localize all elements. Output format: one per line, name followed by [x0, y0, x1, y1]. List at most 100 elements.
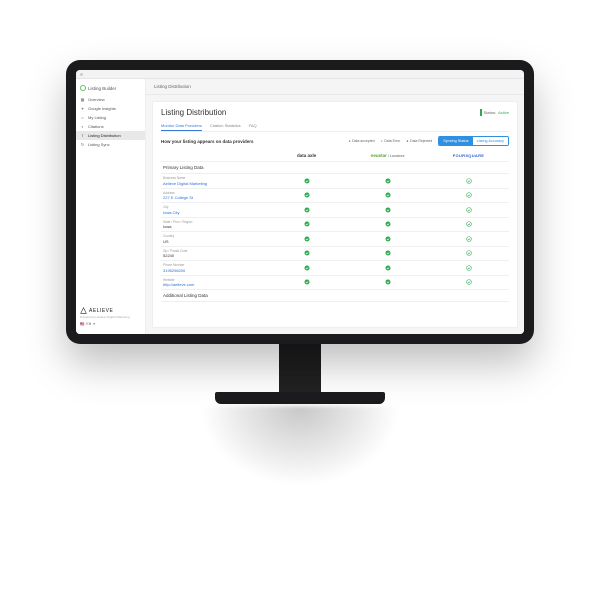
- check-circle-icon: [385, 250, 391, 256]
- table-row: Zip / Postal Code52240: [161, 247, 266, 262]
- sidebar-item-label: Listing Sync: [88, 142, 110, 147]
- sidebar-item-overview[interactable]: ▦Overview: [76, 95, 145, 104]
- status-value: Active: [498, 110, 509, 115]
- monitor-bezel: Listing Builder ▦Overview ⌖Google Insigh…: [66, 60, 534, 344]
- sync-icon: ↻: [80, 142, 85, 147]
- sidebar-item-my-listing[interactable]: ⌂My Listing: [76, 113, 145, 122]
- subheader-title: How your listing appears on data provide…: [161, 139, 254, 144]
- main-content: Listing Distribution Listing Distributio…: [146, 79, 524, 334]
- check-circle-icon: [304, 265, 310, 271]
- traffic-light: [80, 73, 83, 76]
- sidebar-item-label: Listing Distribution: [88, 133, 121, 138]
- pin-icon: ⌖: [80, 106, 85, 111]
- status-cell: [347, 276, 428, 291]
- check-circle-outline-icon: [466, 279, 472, 285]
- table-row: CountryUS: [161, 232, 266, 247]
- view-toggle: Syncing Status Listing Accuracy: [438, 136, 509, 146]
- field-label: Address: [163, 191, 193, 195]
- status-cell: [266, 218, 347, 233]
- sidebar-item-listing-distribution[interactable]: ⇪Listing Distribution: [76, 131, 145, 140]
- share-icon: ⇪: [80, 133, 85, 138]
- legend: ●Data accepted ●Data Error ●Data Rejecte…: [348, 139, 432, 143]
- status-cell: [266, 261, 347, 276]
- sidebar-footer: AELIEVE Powered by Aelieve Digital Marke…: [76, 303, 145, 330]
- field-label: Website: [163, 278, 194, 282]
- section-additional-listing-data: Additional Listing Data: [161, 290, 509, 302]
- sidebar-item-label: Overview: [88, 97, 105, 102]
- panel-header: Listing Distribution Status: Active: [161, 108, 509, 117]
- check-circle-outline-icon: [466, 207, 472, 213]
- subheader-row: How your listing appears on data provide…: [161, 136, 509, 146]
- check-circle-outline-icon: [466, 265, 472, 271]
- legend-rejected: ●Data Rejected: [406, 139, 432, 143]
- triangle-icon: [80, 307, 87, 314]
- status-cell: [347, 232, 428, 247]
- field-value: 3195298200: [163, 268, 185, 273]
- sidebar-item-label: My Listing: [88, 115, 106, 120]
- warn-circle-icon: ●: [381, 139, 383, 143]
- status-cell: [347, 174, 428, 189]
- field-value: Iowa City: [163, 210, 179, 215]
- status-cell: [428, 174, 509, 189]
- sidebar-item-listing-sync[interactable]: ↻Listing Sync: [76, 140, 145, 149]
- field-label: City: [163, 205, 179, 209]
- sidebar-item-label: Google Insights: [88, 106, 116, 111]
- status-cell: [428, 218, 509, 233]
- toggle-listing-accuracy[interactable]: Listing Accuracy: [473, 137, 508, 145]
- sidebar-nav: ▦Overview ⌖Google Insights ⌂My Listing ◐…: [76, 95, 145, 149]
- check-circle-icon: [304, 178, 310, 184]
- check-circle-icon: [385, 236, 391, 242]
- legend-accepted: ●Data accepted: [348, 139, 374, 143]
- check-circle-icon: [385, 265, 391, 271]
- check-circle-icon: [304, 221, 310, 227]
- powered-by-text: Powered by Aelieve Digital Marketing: [80, 315, 141, 319]
- status-cell: [428, 232, 509, 247]
- status-cell: [266, 276, 347, 291]
- toggle-syncing-status[interactable]: Syncing Status: [439, 137, 472, 145]
- panel-tabs: Monitor Data Providers Citation Statisti…: [161, 121, 509, 132]
- status-cell: [428, 203, 509, 218]
- check-circle-icon: [385, 221, 391, 227]
- legend-error: ●Data Error: [381, 139, 401, 143]
- status-cell: [266, 189, 347, 204]
- imac-mockup: Listing Builder ▦Overview ⌖Google Insigh…: [66, 60, 534, 486]
- grid-icon: ▦: [80, 97, 85, 102]
- provider-neustar: neustar/ Localeze: [347, 150, 428, 162]
- language-label: EN: [86, 322, 91, 326]
- check-circle-icon: [304, 236, 310, 242]
- error-circle-icon: ●: [406, 139, 408, 143]
- status-cell: [428, 189, 509, 204]
- status-cell: [347, 261, 428, 276]
- tab-monitor-data-providers[interactable]: Monitor Data Providers: [161, 121, 202, 131]
- tab-citation-statistics[interactable]: Citation Statistics: [210, 121, 241, 131]
- check-circle-icon: [385, 207, 391, 213]
- status-cell: [347, 218, 428, 233]
- monitor-neck: [279, 344, 321, 392]
- status-cell: [266, 247, 347, 262]
- status-cell: [428, 247, 509, 262]
- store-icon: ⌂: [80, 115, 85, 120]
- status-cell: [428, 261, 509, 276]
- language-selector[interactable]: 🇺🇸 EN ▾: [80, 322, 141, 326]
- field-value: Iowa: [163, 224, 192, 229]
- provider-data-axle: data axle: [266, 150, 347, 162]
- table-row: Business NameAelieve Digital Marketing: [161, 174, 266, 189]
- field-label: Zip / Postal Code: [163, 249, 187, 253]
- field-label: Country: [163, 234, 174, 238]
- page-title: Listing Distribution: [161, 108, 226, 117]
- brand-text: Listing Builder: [88, 86, 116, 91]
- status-cell: [347, 189, 428, 204]
- status-cell: [266, 174, 347, 189]
- brand-swirl-icon: [80, 85, 86, 91]
- sidebar-item-citations[interactable]: ◐Citations: [76, 122, 145, 131]
- tab-faq[interactable]: FAQ: [249, 121, 257, 131]
- breadcrumb: Listing Distribution: [146, 79, 524, 95]
- section-primary-listing-data: Primary Listing Data: [161, 162, 509, 174]
- check-circle-icon: [304, 279, 310, 285]
- globe-icon: ◐: [80, 124, 85, 129]
- content-panel: Listing Distribution Status: Active Moni…: [152, 101, 518, 328]
- sidebar: Listing Builder ▦Overview ⌖Google Insigh…: [76, 79, 146, 334]
- sidebar-item-google-insights[interactable]: ⌖Google Insights: [76, 104, 145, 113]
- agency-logo-text: AELIEVE: [89, 308, 113, 314]
- field-label: State / Prov / Region: [163, 220, 192, 224]
